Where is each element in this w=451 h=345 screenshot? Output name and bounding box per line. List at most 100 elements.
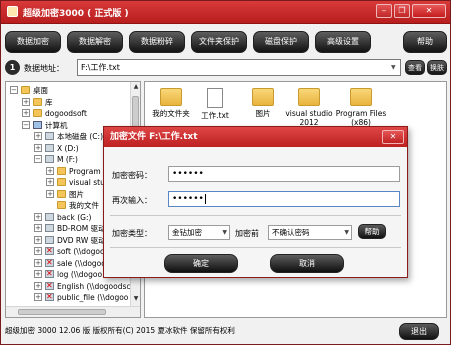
folder-item[interactable]: Program Files (x86) [331, 88, 391, 127]
view-button[interactable]: 查看 [405, 60, 425, 75]
folder-icon [33, 109, 42, 117]
expand-icon[interactable]: + [34, 212, 42, 221]
drive-icon [45, 132, 54, 140]
computer-icon [33, 120, 42, 129]
confirm-password-field[interactable]: •••••• [168, 191, 400, 207]
drive-icon [45, 212, 54, 221]
app-window: 超级加密3000 ( 正式版 ) – ❐ ✕ 数据加密 数据解密 数据粉碎 文件… [0, 0, 451, 345]
collapse-icon[interactable]: − [34, 155, 42, 163]
window-title: 超级加密3000 ( 正式版 ) [23, 9, 129, 19]
tree-item-label: BD-ROM 驱动 [57, 224, 106, 233]
expand-icon[interactable]: + [22, 97, 30, 106]
tree-item-label: 我的文件 [69, 201, 99, 210]
expand-icon[interactable]: + [34, 258, 42, 267]
dialog-help-button[interactable]: 帮助 [358, 224, 386, 239]
collapse-icon[interactable]: − [22, 120, 30, 129]
dialog-divider [110, 247, 401, 248]
expand-icon[interactable]: + [34, 224, 42, 232]
chevron-down-icon: ▼ [222, 229, 227, 236]
confirm-password-value: •••••• [172, 194, 204, 204]
encrypt-dialog: 加密文件 F:\工作.txt ✕ 加密密码： •••••• 再次输入： ••••… [103, 126, 408, 278]
decrypt-button[interactable]: 数据解密 [67, 31, 123, 53]
drive-icon [45, 143, 54, 152]
help-button[interactable]: 帮助 [403, 31, 447, 53]
folder-icon [298, 88, 320, 106]
tree-item-label: log (\\dogoo [57, 270, 103, 279]
advanced-settings-button[interactable]: 高级设置 [315, 31, 371, 53]
folder-icon [160, 88, 182, 106]
expand-icon[interactable]: + [46, 189, 54, 198]
tree-item-label: dogoodsoft [45, 109, 87, 118]
scroll-down-icon[interactable]: ▼ [132, 295, 140, 303]
expand-icon[interactable]: + [46, 178, 54, 186]
folder-item[interactable]: visual studio 2012 [279, 88, 339, 127]
scroll-up-icon[interactable]: ▲ [132, 83, 140, 91]
encrypt-type-select[interactable]: 金钻加密 ▼ [168, 225, 230, 240]
expand-icon[interactable]: + [34, 247, 42, 255]
restore-button[interactable]: ❐ [394, 4, 410, 18]
folder-icon [33, 97, 42, 106]
cancel-button[interactable]: 取消 [270, 254, 344, 273]
expand-icon[interactable]: + [34, 281, 42, 290]
dialog-close-button[interactable]: ✕ [382, 130, 404, 144]
exit-button[interactable]: 退出 [399, 323, 439, 340]
tree-item-label: back (G:) [57, 212, 92, 222]
network-drive-icon [45, 291, 54, 302]
title-bar: 超级加密3000 ( 正式版 ) – ❐ ✕ [1, 1, 450, 24]
network-drive-icon [45, 280, 54, 291]
folder-protect-button[interactable]: 文件夹保护 [191, 31, 247, 53]
drive-icon [45, 235, 54, 244]
password-value: •••••• [172, 169, 204, 179]
chevron-down-icon[interactable]: ▼ [391, 64, 396, 71]
folder-icon [57, 178, 66, 186]
expand-icon[interactable]: + [34, 293, 42, 301]
collapse-icon[interactable]: − [10, 86, 18, 94]
tree-item-label: English (\\dogoodsc [57, 281, 131, 291]
expand-icon[interactable]: + [46, 166, 54, 175]
before-encrypt-select[interactable]: 不确认密码 ▼ [268, 225, 352, 240]
tree-item-label: 桌面 [33, 86, 48, 95]
folder-icon [21, 86, 30, 94]
confirm-password-label: 再次输入： [112, 196, 152, 205]
dialog-divider [110, 215, 401, 216]
encrypt-button[interactable]: 数据加密 [5, 31, 61, 53]
skin-button[interactable]: 换肤 [427, 60, 447, 75]
shred-button[interactable]: 数据粉碎 [129, 31, 185, 53]
expand-icon[interactable]: + [34, 235, 42, 244]
before-encrypt-label: 加密前 [235, 229, 259, 238]
tree-item-label: 库 [45, 97, 53, 107]
ok-button[interactable]: 确定 [164, 254, 238, 273]
tree-item-label: 计算机 [45, 120, 68, 130]
network-drive-icon [45, 245, 54, 256]
step-badge: 1 [5, 60, 20, 75]
expand-icon[interactable]: + [34, 132, 42, 140]
disk-protect-button[interactable]: 磁盘保护 [253, 31, 309, 53]
expand-icon[interactable]: + [22, 109, 30, 117]
app-icon [7, 6, 18, 17]
address-input[interactable] [77, 59, 401, 76]
close-button[interactable]: ✕ [412, 4, 446, 18]
tree-item-label: X (D:) [57, 143, 79, 153]
expand-icon[interactable]: + [34, 270, 42, 278]
drive-icon [45, 155, 54, 163]
status-text: 超级加密 3000 12.06 版 版权所有(C) 2015 夏冰软件 保留所有… [5, 326, 235, 335]
text-caret [204, 193, 206, 204]
expand-icon[interactable]: + [34, 143, 42, 152]
tree-item-label: M (F:) [57, 155, 78, 164]
folder-icon [57, 166, 66, 175]
file-label: Program Files (x86) [335, 109, 387, 127]
chevron-down-icon: ▼ [344, 229, 349, 236]
tree-item-label: Program [69, 166, 101, 176]
scroll-thumb[interactable] [18, 309, 106, 315]
minimize-button[interactable]: – [376, 4, 392, 18]
main-toolbar: 数据加密 数据解密 数据粉碎 文件夹保护 磁盘保护 高级设置 帮助 [5, 31, 447, 55]
password-field[interactable]: •••••• [168, 166, 400, 182]
network-drive-icon [45, 257, 54, 268]
dialog-title: 加密文件 F:\工作.txt [104, 127, 407, 147]
folder-icon [57, 189, 66, 198]
tree-horizontal-scrollbar[interactable] [6, 306, 140, 317]
file-label: visual studio 2012 [285, 109, 333, 127]
tree-item-label: DVD RW 驱动 [57, 235, 106, 245]
encrypt-type-label: 加密类型： [112, 229, 152, 238]
folder-icon [252, 88, 274, 106]
